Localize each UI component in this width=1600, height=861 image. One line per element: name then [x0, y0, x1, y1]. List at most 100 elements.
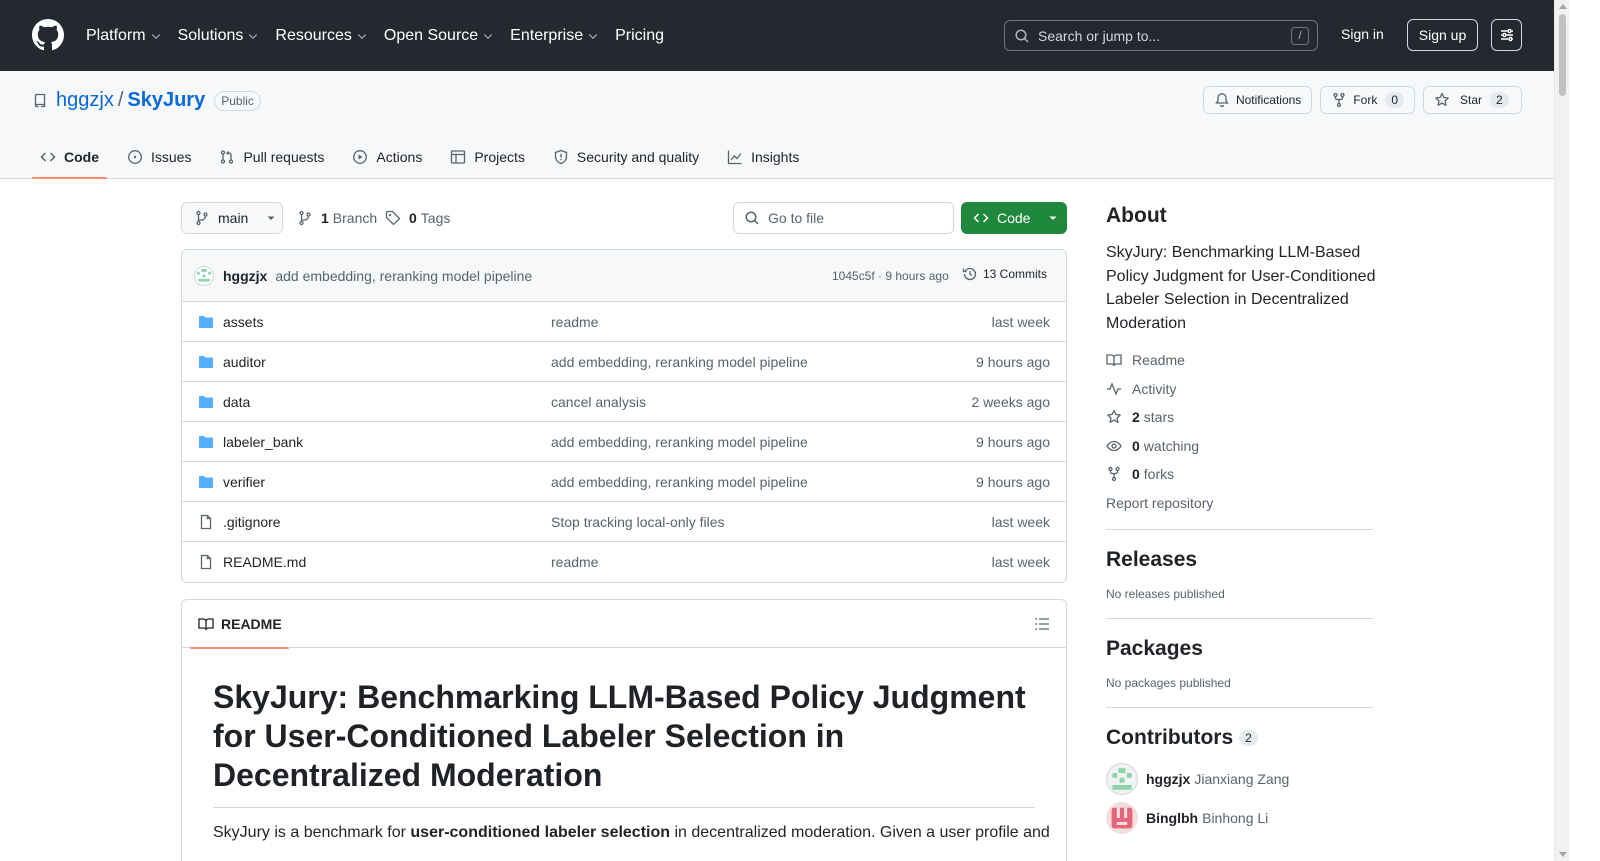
sign-up-button[interactable]: Sign up [1407, 19, 1478, 51]
commit-author-link[interactable]: hggzjx [223, 268, 267, 284]
readme-header: README [182, 600, 1066, 649]
branch-icon [194, 210, 210, 226]
github-logo-icon[interactable] [32, 19, 64, 51]
nav-resources[interactable]: Resources [275, 27, 367, 45]
tab-insights-label: Insights [751, 149, 800, 165]
file-list: hggzjx add embedding, reranking model pi… [181, 249, 1067, 583]
table-row[interactable]: verifier add embedding, reranking model p… [182, 462, 1066, 502]
tab-projects[interactable]: Projects [442, 135, 533, 179]
file-commit-time: last week [991, 314, 1050, 330]
file-name-link[interactable]: labeler_bank [223, 434, 303, 450]
nav-open-source-label: Open Source [383, 26, 479, 44]
file-commit-message-link[interactable]: readme [551, 554, 598, 570]
watchers-link[interactable]: 0 watching [1106, 438, 1199, 454]
contributor-item[interactable]: Binglbh Binhong Li [1106, 802, 1268, 834]
go-to-file-input[interactable]: Go to file [733, 202, 954, 234]
tab-insights[interactable]: Insights [719, 135, 807, 179]
file-commit-time: 9 hours ago [976, 434, 1050, 450]
file-commit-message-link[interactable]: add embedding, reranking model pipeline [551, 354, 808, 370]
report-repository-link[interactable]: Report repository [1106, 495, 1213, 511]
repo-name-link[interactable]: SkyJury [127, 89, 205, 112]
visibility-badge: Public [214, 90, 261, 111]
commit-message-link[interactable]: add embedding, reranking model pipeline [275, 268, 532, 284]
nav-pricing[interactable]: Pricing [615, 27, 664, 45]
chevron-down-icon [247, 30, 259, 42]
repo-owner-link[interactable]: hggzjx [56, 89, 114, 112]
file-icon [198, 554, 214, 570]
folder-icon [198, 354, 214, 370]
contributor-item[interactable]: hggzjx Jianxiang Zang [1106, 763, 1289, 795]
fork-label: Fork [1353, 93, 1378, 107]
fork-button[interactable]: Fork 0 [1320, 86, 1415, 114]
search-placeholder: Search or jump to... [1038, 27, 1161, 44]
shield-icon [553, 149, 569, 165]
branches-link[interactable]: 1 Branch [297, 210, 377, 226]
file-commit-message-link[interactable]: cancel analysis [551, 394, 646, 410]
code-dropdown-button[interactable]: Code [961, 202, 1067, 234]
tab-pull-requests[interactable]: Pull requests [211, 135, 332, 179]
activity-link[interactable]: Activity [1106, 381, 1176, 397]
file-icon [198, 514, 214, 530]
releases-heading[interactable]: Releases [1106, 548, 1373, 572]
commits-history-link[interactable]: 13 Commits [962, 266, 1047, 282]
table-row[interactable]: auditor add embedding, reranking model pi… [182, 342, 1066, 382]
scroll-down-arrow[interactable] [1559, 852, 1567, 857]
file-name-link[interactable]: auditor [223, 354, 266, 370]
outline-list-icon[interactable] [1034, 616, 1050, 632]
table-row[interactable]: README.md readme last week [182, 542, 1066, 582]
scroll-up-arrow[interactable] [1559, 4, 1567, 9]
file-name-link[interactable]: data [223, 394, 250, 410]
pulse-icon [1106, 381, 1122, 397]
readme-tab-label: README [221, 616, 282, 632]
readme-tab[interactable]: README [190, 600, 289, 649]
global-search-input[interactable]: Search or jump to... / [1004, 20, 1318, 51]
file-commit-message-link[interactable]: add embedding, reranking model pipeline [551, 474, 808, 490]
branch-icon [297, 210, 313, 226]
file-commit-message-link[interactable]: readme [551, 314, 598, 330]
folder-icon [198, 314, 214, 330]
nav-solutions[interactable]: Solutions [178, 27, 260, 45]
file-name-link[interactable]: README.md [223, 554, 306, 570]
tags-link[interactable]: 0 Tags [385, 210, 450, 226]
nav-open-source[interactable]: Open Source [384, 27, 494, 45]
readme-link[interactable]: Readme [1106, 352, 1185, 368]
file-name-link[interactable]: assets [223, 314, 263, 330]
file-commit-message-link[interactable]: add embedding, reranking model pipeline [551, 434, 808, 450]
readme-panel: README SkyJury: Benchmarking LLM-Based P… [181, 599, 1067, 861]
scroll-thumb[interactable] [1559, 14, 1566, 96]
watching-count: 0 [1132, 438, 1140, 454]
star-button[interactable]: Star 2 [1423, 86, 1522, 114]
avatar[interactable] [194, 265, 214, 286]
file-name-link[interactable]: .gitignore [223, 514, 281, 530]
sliders-menu-button[interactable] [1491, 19, 1522, 51]
file-name-link[interactable]: verifier [223, 474, 265, 490]
page-scrollbar[interactable] [1554, 0, 1569, 861]
table-row[interactable]: labeler_bank add embedding, reranking mod… [182, 422, 1066, 462]
forks-link[interactable]: 0 forks [1106, 466, 1174, 482]
packages-heading[interactable]: Packages [1106, 637, 1373, 661]
contributors-heading[interactable]: Contributors 2 [1106, 726, 1373, 750]
pull-request-icon [219, 149, 235, 165]
stars-link[interactable]: 2 stars [1106, 409, 1174, 425]
file-commit-message-link[interactable]: Stop tracking local-only files [551, 514, 725, 530]
file-commit-time: last week [991, 554, 1050, 570]
tab-actions[interactable]: Actions [344, 135, 430, 179]
tab-code[interactable]: Code [32, 135, 107, 179]
tab-security[interactable]: Security and quality [545, 135, 707, 179]
sign-in-link[interactable]: Sign in [1341, 26, 1384, 42]
commit-hash-time[interactable]: 1045c5f · 9 hours ago [832, 269, 949, 283]
nav-enterprise[interactable]: Enterprise [510, 27, 599, 45]
bell-icon [1214, 92, 1230, 108]
forks-count: 0 [1132, 466, 1140, 482]
nav-enterprise-label: Enterprise [510, 26, 584, 44]
repo-icon [32, 93, 48, 109]
table-row[interactable]: .gitignore Stop tracking local-only files… [182, 502, 1066, 542]
latest-commit-bar: hggzjx add embedding, reranking model pi… [182, 250, 1066, 302]
notifications-button[interactable]: Notifications [1202, 86, 1313, 114]
nav-platform[interactable]: Platform [86, 27, 162, 45]
tab-issues[interactable]: Issues [119, 135, 199, 179]
repo-header: hggzjx / SkyJury Public Notifications Fo… [0, 71, 1554, 179]
branch-select-button[interactable]: main [181, 202, 283, 234]
table-row[interactable]: assets readme last week [182, 302, 1066, 342]
table-row[interactable]: data cancel analysis 2 weeks ago [182, 382, 1066, 422]
